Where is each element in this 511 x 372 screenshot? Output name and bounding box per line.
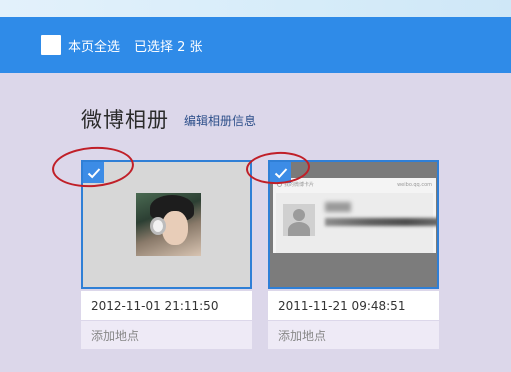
photo-thumbnail[interactable]: 我的微博卡片 weibo.qq.com (268, 160, 439, 289)
photo-image: 我的微博卡片 weibo.qq.com (270, 162, 437, 287)
checkmark-icon (274, 167, 287, 178)
album-title: 微博相册 (81, 108, 169, 132)
edit-album-info-link[interactable]: 编辑相册信息 (184, 112, 256, 129)
add-location-link[interactable]: 添加地点 (268, 321, 439, 349)
photo-timestamp: 2011-11-21 09:48:51 (268, 291, 439, 320)
default-avatar-icon (283, 204, 315, 236)
select-all-label[interactable]: 本页全选 (68, 36, 120, 55)
top-strip (0, 0, 511, 17)
checkmark-icon (87, 167, 100, 178)
thumb-header: 我的微博卡片 weibo.qq.com (273, 178, 436, 191)
photo-thumbnail[interactable] (81, 160, 252, 289)
photo-card[interactable]: 2012-11-01 21:11:50 添加地点 (81, 160, 252, 349)
add-location-link[interactable]: 添加地点 (81, 321, 252, 349)
select-all-checkbox[interactable] (41, 35, 61, 55)
photo-checkbox[interactable] (270, 162, 291, 183)
photo-timestamp: 2012-11-01 21:11:50 (81, 291, 252, 320)
photo-checkbox[interactable] (83, 162, 104, 183)
selection-toolbar: 本页全选 已选择 2 张 (0, 17, 511, 73)
selected-count-label: 已选择 2 张 (134, 39, 203, 55)
photo-image (136, 193, 201, 256)
photo-card[interactable]: 我的微博卡片 weibo.qq.com 2011-11-21 09:48:51 … (268, 160, 439, 349)
thumb-header-url: weibo.qq.com (397, 181, 432, 188)
